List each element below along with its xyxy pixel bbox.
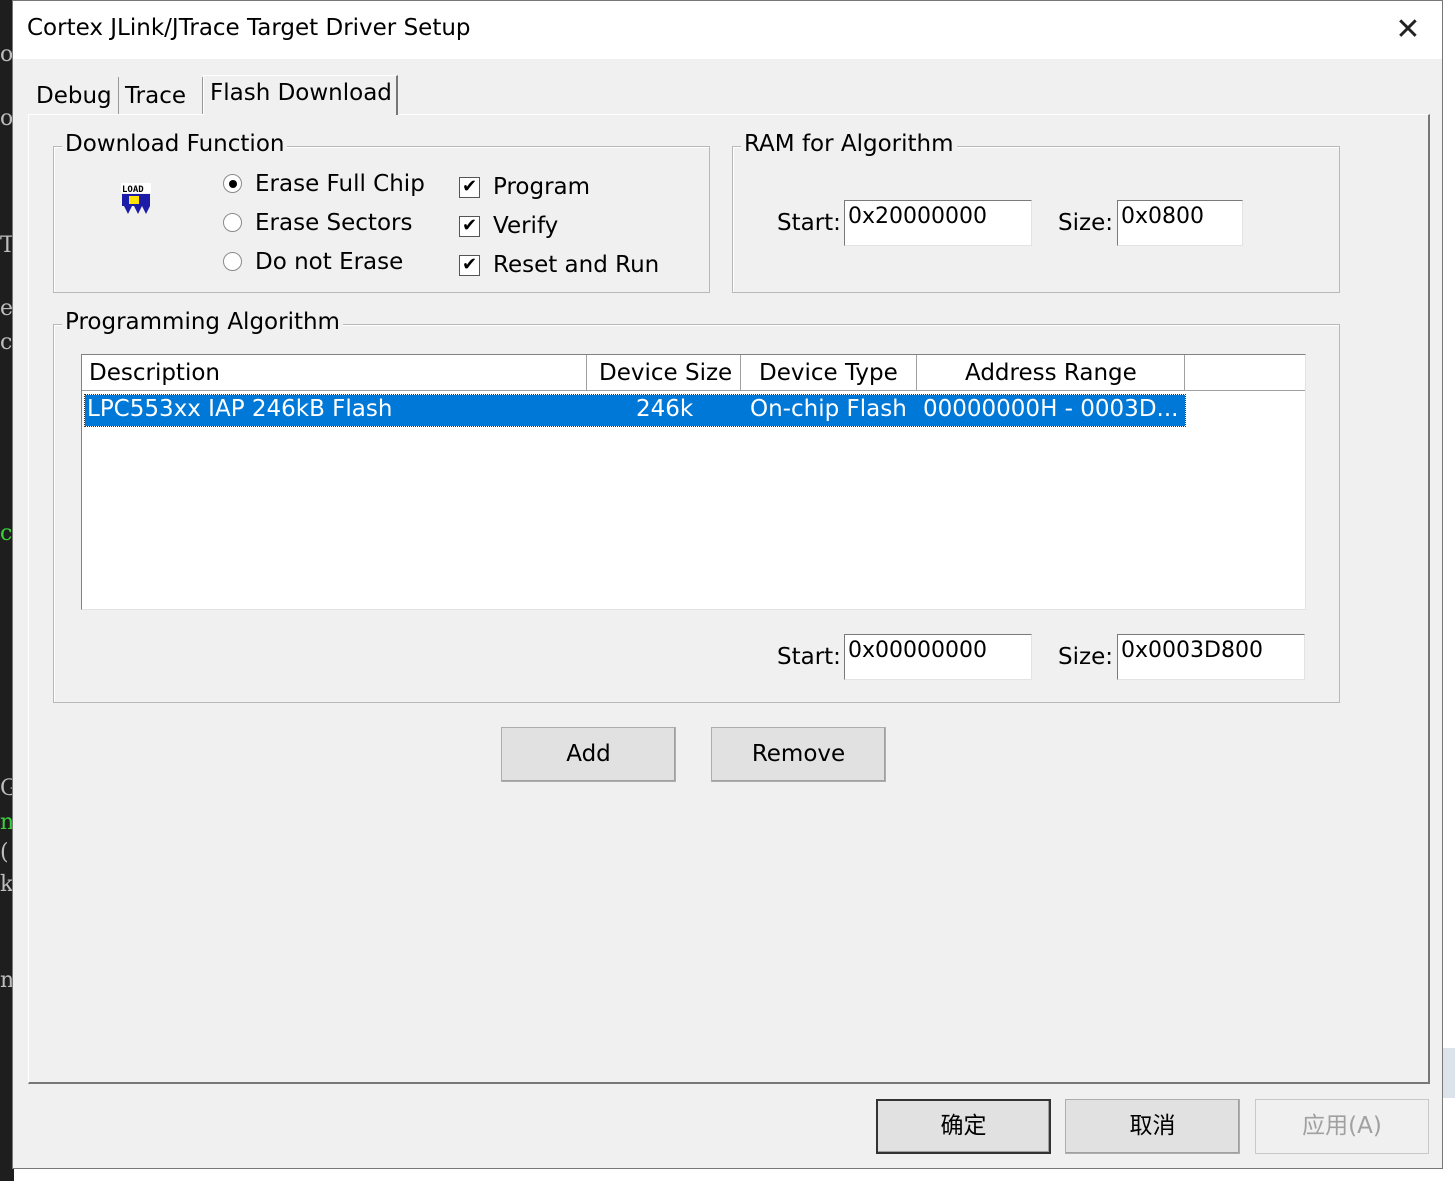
group-title: Download Function (62, 131, 288, 157)
bg-fragment: c (0, 521, 13, 546)
ram-start-label: Start: (777, 210, 841, 236)
erase-sectors-label[interactable]: Erase Sectors (255, 210, 412, 236)
add-button[interactable]: Add (501, 727, 676, 782)
row-device-type: On-chip Flash (750, 396, 907, 422)
tab-debug[interactable]: Debug (35, 77, 119, 115)
do-not-erase-radio[interactable] (223, 252, 242, 271)
ram-size-label: Size: (1058, 210, 1113, 236)
do-not-erase-label[interactable]: Do not Erase (255, 249, 403, 275)
column-device-size[interactable]: Device Size (587, 355, 741, 390)
bg-fragment: c (0, 330, 13, 355)
erase-sectors-radio[interactable] (223, 213, 242, 232)
erase-full-chip-label[interactable]: Erase Full Chip (255, 171, 425, 197)
algo-start-input[interactable]: 0x00000000 (844, 634, 1032, 680)
cancel-button[interactable]: 取消 (1065, 1099, 1240, 1154)
row-device-size: 246k (636, 396, 694, 422)
close-icon[interactable]: ✕ (1386, 9, 1430, 51)
algo-start-label: Start: (777, 644, 841, 670)
bg-fragment: ( (0, 840, 9, 865)
setup-dialog: Cortex JLink/JTrace Target Driver Setup … (12, 0, 1443, 1169)
list-header: Description Device Size Device Type Addr… (82, 355, 1305, 391)
tab-label: Debug (36, 83, 112, 109)
verify-label[interactable]: Verify (493, 213, 558, 239)
background-window-edge (1441, 1048, 1455, 1098)
ram-size-input[interactable]: 0x0800 (1117, 200, 1243, 246)
column-address-range[interactable]: Address Range (917, 355, 1185, 390)
algorithm-list[interactable]: Description Device Size Device Type Addr… (81, 354, 1306, 610)
erase-full-chip-radio[interactable] (223, 174, 242, 193)
program-label[interactable]: Program (493, 174, 590, 200)
tab-trace[interactable]: Trace (121, 77, 203, 115)
row-description: LPC553xx IAP 246kB Flash (87, 396, 393, 422)
ok-button[interactable]: 确定 (876, 1099, 1051, 1154)
load-icon: LOAD (121, 183, 151, 214)
table-row[interactable]: LPC553xx IAP 246kB Flash 246k On-chip Fl… (84, 394, 1186, 427)
title-bar[interactable]: Cortex JLink/JTrace Target Driver Setup … (13, 1, 1442, 59)
program-checkbox[interactable]: ✔ (459, 177, 480, 198)
column-description[interactable]: Description (82, 355, 587, 390)
algo-size-label: Size: (1058, 644, 1113, 670)
algo-size-input[interactable]: 0x0003D800 (1117, 634, 1305, 680)
verify-checkbox[interactable]: ✔ (459, 216, 480, 237)
reset-and-run-checkbox[interactable]: ✔ (459, 255, 480, 276)
tab-label: Trace (125, 83, 187, 109)
reset-and-run-label[interactable]: Reset and Run (493, 252, 659, 278)
svg-text:LOAD: LOAD (122, 185, 144, 195)
tab-flash-download[interactable]: Flash Download (203, 75, 398, 115)
group-title: RAM for Algorithm (741, 131, 957, 157)
remove-button[interactable]: Remove (711, 727, 886, 782)
row-address-range: 00000000H - 0003D... (923, 396, 1179, 422)
window-title: Cortex JLink/JTrace Target Driver Setup (27, 15, 471, 41)
ram-start-input[interactable]: 0x20000000 (844, 200, 1032, 246)
column-device-type[interactable]: Device Type (741, 355, 917, 390)
apply-button: 应用(A) (1255, 1099, 1429, 1154)
group-title: Programming Algorithm (62, 309, 343, 335)
tab-label: Flash Download (210, 80, 392, 106)
